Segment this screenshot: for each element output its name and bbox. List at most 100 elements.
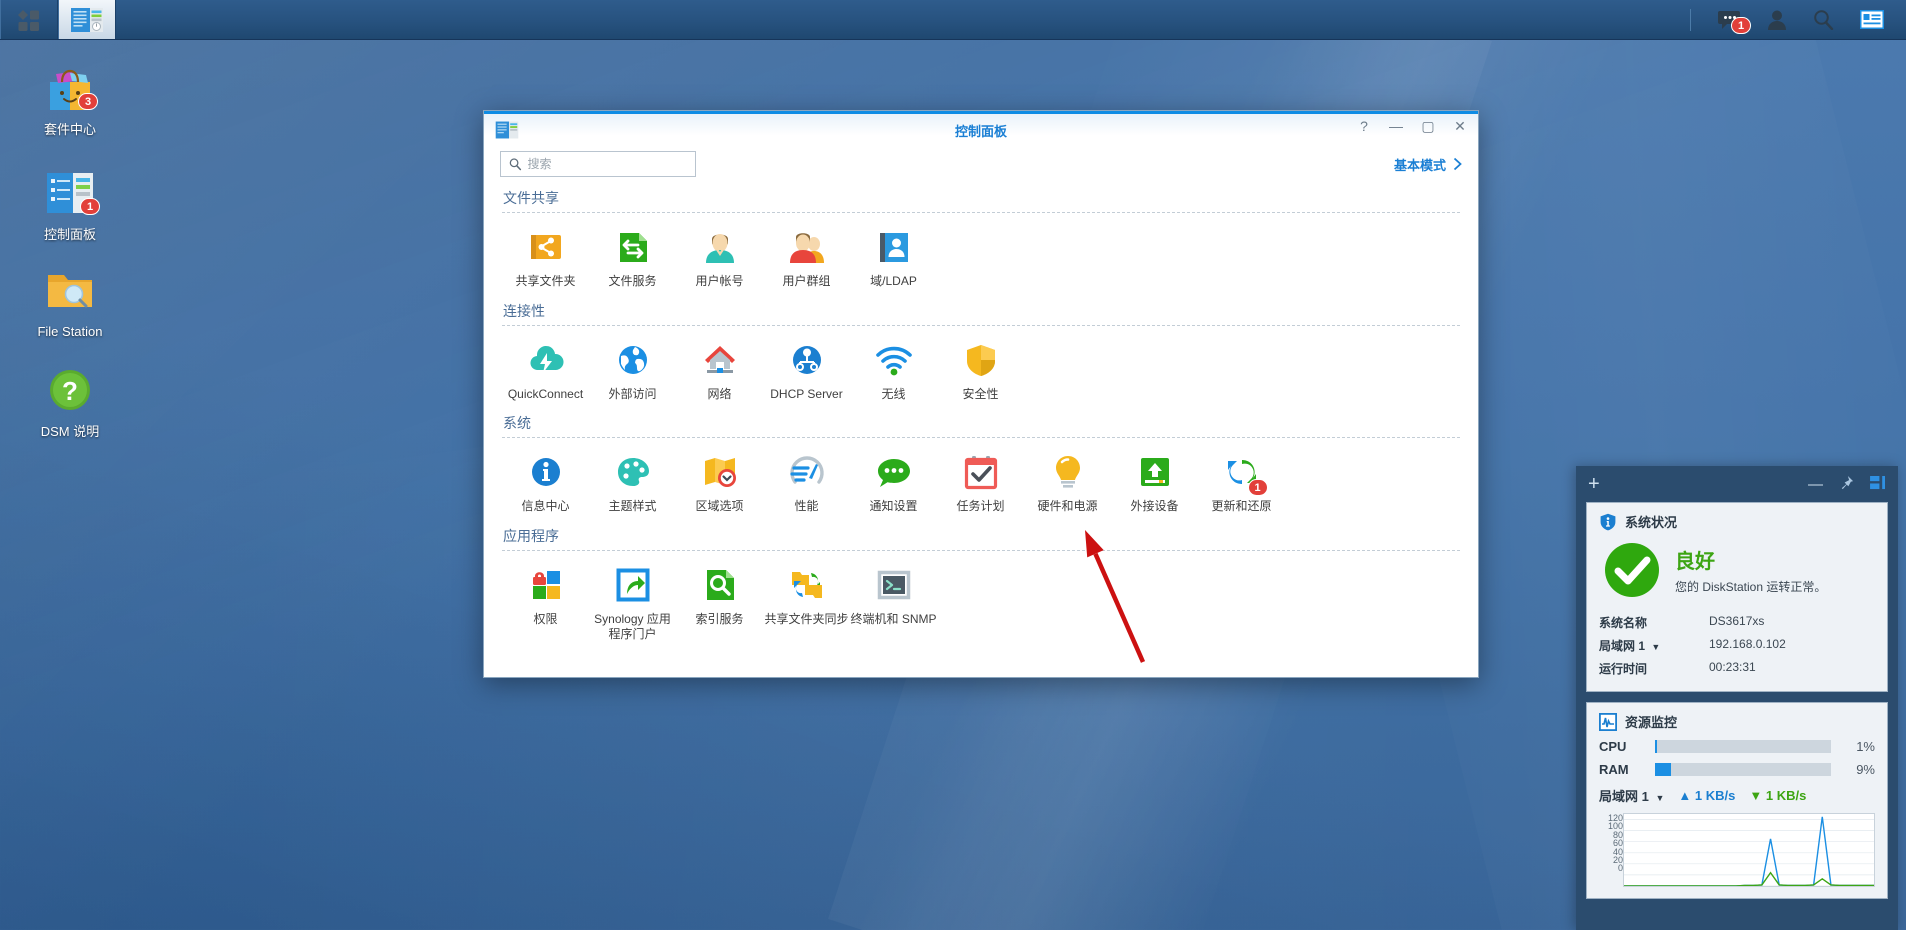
system-health-text: 良好 您的 DiskStation 运转正常。 — [1675, 545, 1826, 595]
system-health-row-name: 系统名称 DS3617xs — [1599, 611, 1875, 634]
cp-item-label: QuickConnect — [507, 386, 584, 401]
network-graph-plot — [1623, 813, 1875, 887]
cp-item-security[interactable]: 安全性 — [937, 332, 1024, 409]
taskbar-spacer — [116, 0, 1690, 39]
help-button[interactable]: ? — [1356, 118, 1372, 134]
package-center-icon: 3 — [42, 60, 98, 116]
cp-item-theme[interactable]: 主题样式 — [589, 444, 676, 521]
system-health-status-row: 良好 您的 DiskStation 运转正常。 — [1603, 541, 1875, 599]
wireless-icon — [872, 338, 916, 382]
desktop-icon-dsm-help[interactable]: ? DSM 说明 — [15, 362, 125, 440]
network-download-value: 1 KB/s — [1765, 788, 1807, 803]
file-station-icon — [42, 262, 98, 318]
search-input[interactable] — [527, 157, 687, 171]
cp-item-external-devices[interactable]: 外接设备 — [1111, 444, 1198, 521]
widgets-icon[interactable] — [1860, 10, 1884, 29]
external-access-icon — [611, 338, 655, 382]
cp-item-label: 文件服务 — [608, 274, 657, 288]
regional-options-icon — [698, 450, 742, 494]
cp-item-info-center[interactable]: 信息中心 — [502, 444, 589, 521]
notifications-icon[interactable]: 1 — [1717, 9, 1751, 34]
user-icon[interactable] — [1767, 9, 1787, 31]
window-toolbar: 基本模式 — [484, 145, 1478, 183]
minimize-button[interactable]: — — [1388, 118, 1404, 134]
ram-value: 9% — [1856, 762, 1875, 777]
search-box[interactable] — [500, 151, 696, 177]
cp-item-application-portal[interactable]: Synology 应用程序门户 — [589, 557, 676, 649]
cp-item-hardware-power[interactable]: 硬件和电源 — [1024, 444, 1111, 521]
mode-switch-button[interactable]: 基本模式 — [1394, 155, 1462, 174]
layout-icon[interactable] — [1870, 475, 1886, 493]
window-title: 控制面板 — [954, 124, 1007, 139]
cp-item-indexing-service[interactable]: 索引服务 — [676, 557, 763, 649]
system-health-row-lan[interactable]: 局域网 1 ▼ 192.168.0.102 — [1599, 634, 1875, 657]
maximize-button[interactable]: ▢ — [1420, 118, 1436, 134]
cpu-meter-row: CPU 1% — [1599, 739, 1875, 754]
window-titlebar[interactable]: 控制面板 ? — ▢ ✕ — [484, 111, 1478, 145]
cp-item-quickconnect[interactable]: QuickConnect — [502, 332, 589, 409]
svg-text:?: ? — [62, 376, 78, 406]
hardware-power-icon — [1046, 450, 1090, 494]
cp-item-label: 通知设置 — [869, 499, 918, 514]
cp-item-task-scheduler[interactable]: 任务计划 — [937, 444, 1024, 521]
network-label: 局域网 1 — [1599, 789, 1649, 804]
widget-panel: + — 系统状况 良好 您的 DiskStation 运转正常。 系统名称 DS… — [1576, 466, 1898, 930]
ram-meter-row: RAM 9% — [1599, 762, 1875, 777]
ram-label: RAM — [1599, 762, 1629, 777]
search-icon[interactable] — [1813, 9, 1834, 30]
cp-item-shared-folder-sync[interactable]: 共享文件夹同步 — [763, 557, 850, 649]
cp-item-label: 域/LDAP — [870, 274, 917, 288]
cp-item-external-access[interactable]: 外部访问 — [589, 332, 676, 409]
application-portal-icon — [611, 563, 655, 607]
grid-menu-icon — [18, 9, 39, 31]
system-health-title: 系统状况 — [1625, 515, 1678, 530]
performance-icon — [785, 450, 829, 494]
cp-item-performance[interactable]: 性能 — [763, 444, 850, 521]
cp-item-user-group[interactable]: 用户群组 — [763, 219, 850, 296]
cp-item-privileges[interactable]: 权限 — [502, 557, 589, 649]
cp-item-file-services[interactable]: 文件服务 — [589, 219, 676, 296]
row-key: 运行时间 — [1599, 662, 1648, 676]
desktop-icon-control-panel[interactable]: 1 控制面板 — [15, 165, 125, 243]
chevron-down-icon[interactable]: ▼ — [1655, 793, 1664, 803]
cp-item-label: DHCP Server — [770, 386, 843, 401]
security-icon — [959, 338, 1003, 382]
chevron-down-icon[interactable]: ▼ — [1651, 642, 1660, 652]
cp-item-network[interactable]: 网络 — [676, 332, 763, 409]
cp-item-dhcp-server[interactable]: DHCP Server — [763, 332, 850, 409]
cp-item-label: 更新和还原 — [1211, 499, 1272, 514]
taskbar-app-control-panel[interactable] — [58, 0, 116, 39]
network-download: ▼ 1 KB/s — [1749, 788, 1806, 803]
add-widget-button[interactable]: + — [1588, 474, 1600, 494]
pin-icon[interactable] — [1839, 475, 1854, 493]
cp-item-regional-options[interactable]: 区域选项 — [676, 444, 763, 521]
minimize-widgets-button[interactable]: — — [1808, 477, 1823, 492]
close-button[interactable]: ✕ — [1452, 118, 1468, 134]
cp-item-domain-ldap[interactable]: 域/LDAP — [850, 219, 937, 296]
cp-item-label: Synology 应用程序门户 — [594, 611, 671, 642]
package-center-badge: 3 — [78, 93, 98, 110]
main-menu-button[interactable] — [0, 0, 58, 39]
desktop-icon-file-station[interactable]: File Station — [15, 262, 125, 340]
control-panel-window: 控制面板 ? — ▢ ✕ 基本模式 文件共享 — [483, 110, 1479, 678]
indexing-service-icon — [698, 563, 742, 607]
desktop-icon-package-center[interactable]: 3 套件中心 — [15, 60, 125, 138]
cp-item-update-restore[interactable]: 1 更新和还原 — [1198, 444, 1285, 521]
cp-item-wireless[interactable]: 无线 — [850, 332, 937, 409]
section-title-system: 系统 — [503, 415, 531, 432]
theme-icon — [611, 450, 655, 494]
mode-switch-label: 基本模式 — [1393, 157, 1446, 173]
info-center-icon — [524, 450, 568, 494]
system-health-status: 良好 — [1675, 551, 1715, 573]
cp-item-terminal-snmp[interactable]: 终端机和 SNMP — [850, 557, 937, 649]
cp-item-shared-folder[interactable]: 共享文件夹 — [502, 219, 589, 296]
network-upload-value: 1 KB/s — [1694, 788, 1736, 803]
section-items-connectivity: QuickConnect 外部访问 网络 DHCP Server 无线 安全性 — [502, 332, 1460, 409]
network-graph: 120 100 80 60 40 20 0 — [1599, 813, 1875, 887]
network-interface-selector[interactable]: 局域网 1 ▼ — [1599, 786, 1664, 805]
resource-monitor-icon — [1599, 712, 1617, 731]
cp-item-notification[interactable]: 通知设置 — [850, 444, 937, 521]
cp-item-user-account[interactable]: 用户帐号 — [676, 219, 763, 296]
cp-item-label: 用户帐号 — [695, 274, 744, 288]
notification-icon — [872, 450, 916, 494]
